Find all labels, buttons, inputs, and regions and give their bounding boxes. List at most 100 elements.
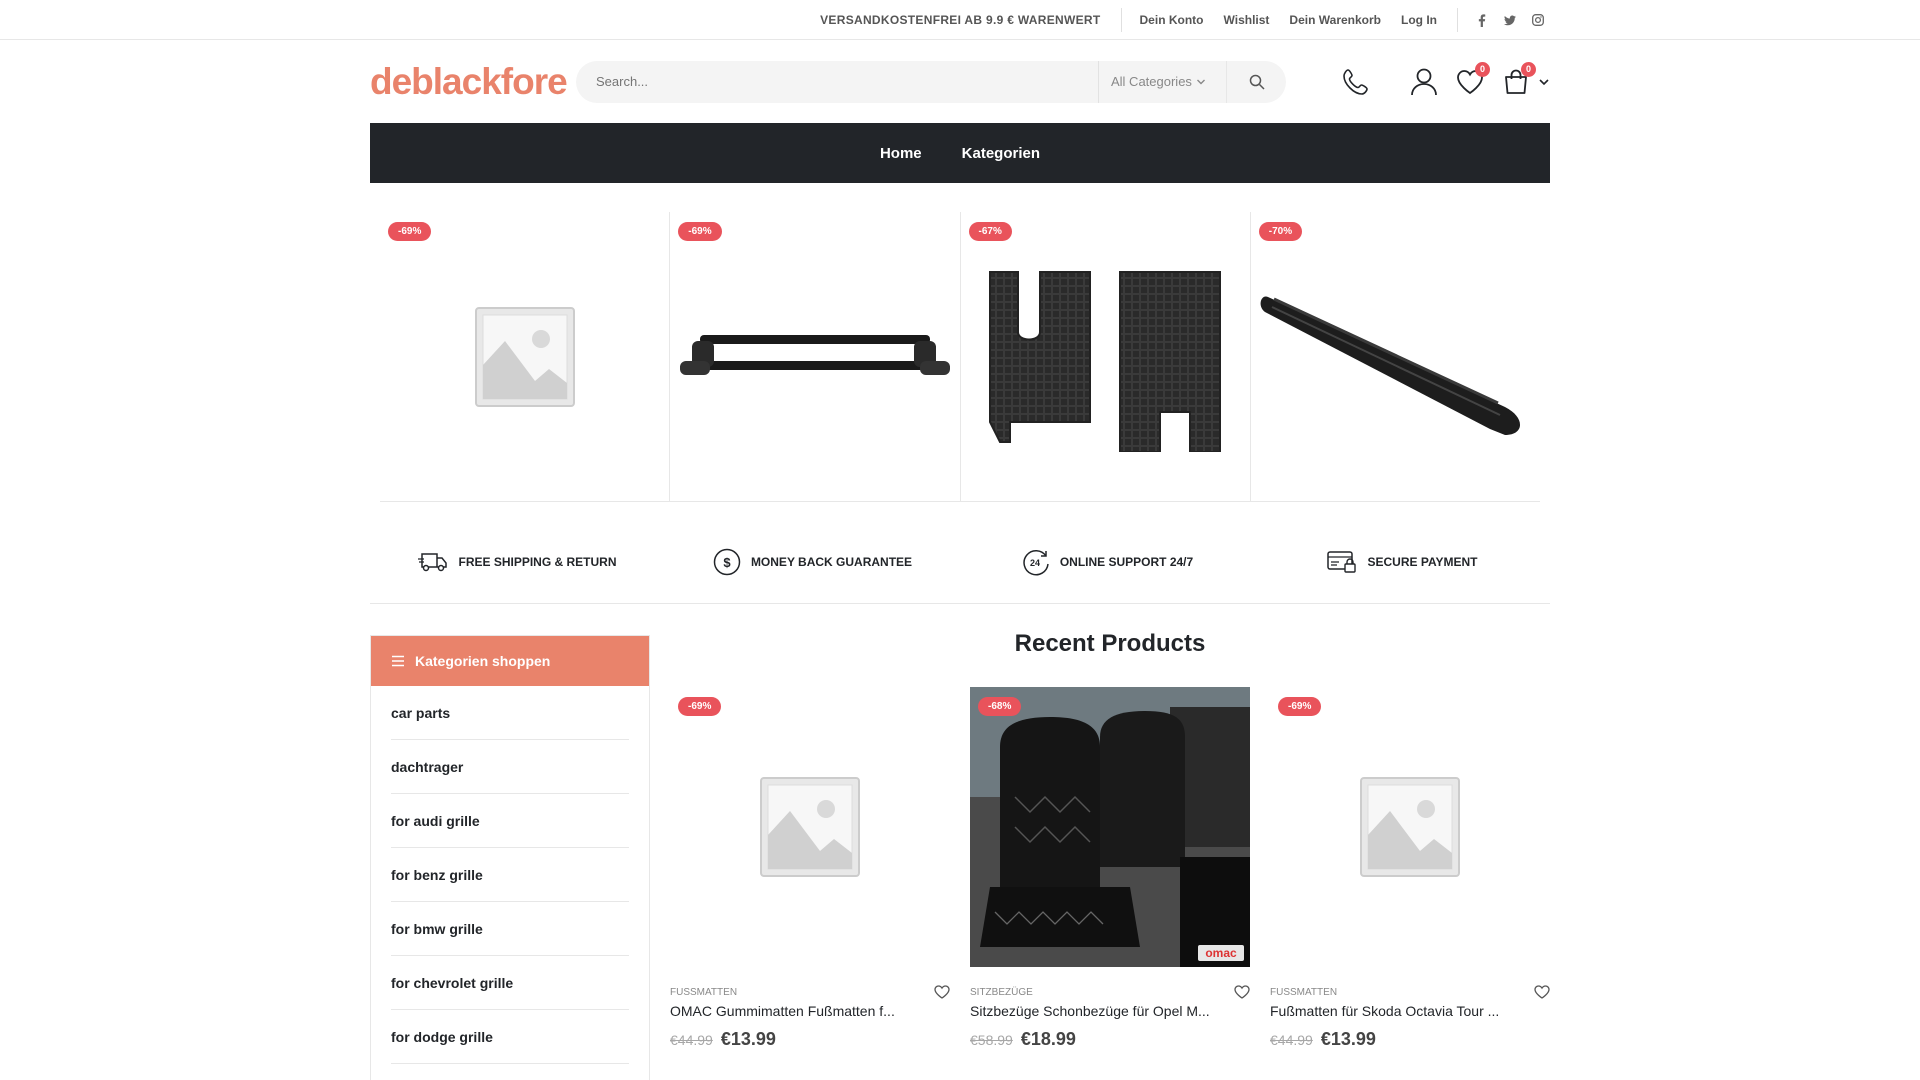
feature-support: 24 ONLINE SUPPORT 24/7 xyxy=(960,548,1255,576)
price: €18.99 xyxy=(1020,1029,1076,1049)
product-card[interactable]: omac -68% SITZBEZÜGE Sitzbezüge Schonbez… xyxy=(970,687,1250,1050)
product-name[interactable]: Sitzbezüge Schonbezüge für Opel M... xyxy=(970,1003,1215,1019)
product-image[interactable]: omac -68% xyxy=(970,687,1250,967)
divider xyxy=(1457,8,1458,32)
feature-label: FREE SHIPPING & RETURN xyxy=(458,554,617,569)
phone-button[interactable] xyxy=(1338,64,1374,100)
search-input[interactable] xyxy=(576,60,1098,103)
discount-badge: -69% xyxy=(678,222,722,241)
feature-label: MONEY BACK GUARANTEE xyxy=(750,554,913,569)
header-icons: 0 0 xyxy=(1338,61,1550,100)
discount-badge: -68% xyxy=(978,697,1022,716)
svg-text:$: $ xyxy=(723,555,731,570)
search-icon xyxy=(1249,74,1265,90)
facebook-icon[interactable] xyxy=(1476,13,1488,27)
discount-badge: -70% xyxy=(1258,222,1303,241)
search-bar: All Categories xyxy=(576,60,1286,103)
seat-covers-image: omac xyxy=(970,687,1250,967)
sidebar-header[interactable]: Kategorien shoppen xyxy=(371,636,649,686)
features-bar: FREE SHIPPING & RETURN $ MONEY BACK GUAR… xyxy=(370,520,1550,604)
price: €13.99 xyxy=(1320,1029,1376,1049)
discount-badge: -69% xyxy=(1278,697,1322,716)
product-image[interactable]: -69% xyxy=(670,687,950,967)
top-bar: VERSANDKOSTENFREI AB 9.9 € WARENWERT Dei… xyxy=(0,0,1920,40)
slider-item[interactable]: -70% xyxy=(1251,212,1540,501)
category-select[interactable]: All Categories xyxy=(1098,60,1226,103)
search-button[interactable] xyxy=(1226,60,1286,103)
card-lock-icon xyxy=(1327,550,1357,573)
sidebar-item-car-parts[interactable]: car parts xyxy=(391,686,629,740)
product-category[interactable]: FUSSMATTEN xyxy=(1270,987,1337,998)
slider-item[interactable]: -69% xyxy=(380,212,671,501)
feature-label: SECURE PAYMENT xyxy=(1367,554,1478,569)
slider-item[interactable]: -69% xyxy=(670,212,961,501)
menu-icon xyxy=(392,655,404,667)
sidebar-item-benz-grille[interactable]: for benz grille xyxy=(391,848,629,902)
floor-mats-image xyxy=(989,270,1222,452)
old-price: €58.99 xyxy=(970,1032,1013,1048)
truck-icon xyxy=(418,552,448,571)
phone-icon xyxy=(1343,68,1368,95)
cart-button[interactable]: 0 xyxy=(1498,61,1536,100)
account-link[interactable]: Dein Konto xyxy=(1140,13,1204,27)
product-name[interactable]: Fußmatten für Skoda Octavia Tour ... xyxy=(1270,1003,1515,1019)
dollar-icon: $ xyxy=(713,548,741,575)
nav-kategorien[interactable]: Kategorien xyxy=(962,145,1040,162)
recent-products-title: Recent Products xyxy=(1014,630,1206,657)
category-select-label: All Categories xyxy=(1111,74,1192,89)
product-category[interactable]: SITZBEZÜGE xyxy=(970,987,1033,998)
discount-badge: -67% xyxy=(968,222,1012,241)
sidebar-item-chevrolet-grille[interactable]: for chevrolet grille xyxy=(391,956,629,1010)
main-nav: Home Kategorien xyxy=(370,123,1550,183)
placeholder-image-icon xyxy=(474,306,575,407)
category-sidebar: Kategorien shoppen car parts dachtrager … xyxy=(370,635,650,1080)
discount-badge: -69% xyxy=(388,222,432,241)
heart-icon[interactable] xyxy=(1234,985,1250,999)
placeholder-image-icon xyxy=(1360,777,1460,877)
social-links xyxy=(1476,13,1544,27)
feature-shipping: FREE SHIPPING & RETURN xyxy=(370,551,665,573)
shipping-promo: VERSANDKOSTENFREI AB 9.9 € WARENWERT xyxy=(820,13,1101,27)
wishlist-count-badge: 0 xyxy=(1475,61,1490,77)
product-brand: omac xyxy=(1205,946,1237,960)
header: deblackfore All Categories 0 0 xyxy=(370,40,1550,123)
chevron-down-icon xyxy=(1196,79,1205,84)
chevron-down-icon[interactable] xyxy=(1538,77,1550,87)
product-card[interactable]: -69% FUSSMATTEN Fußmatten für Skoda Octa… xyxy=(1270,687,1550,1050)
sidebar-item-dachtrager[interactable]: dachtrager xyxy=(391,740,629,794)
heart-icon[interactable] xyxy=(1534,985,1550,999)
cart-link[interactable]: Dein Warenkorb xyxy=(1289,13,1381,27)
product-image[interactable]: -69% xyxy=(1270,687,1550,967)
feature-label: ONLINE SUPPORT 24/7 xyxy=(1059,554,1194,569)
old-price: €44.99 xyxy=(670,1032,713,1048)
wishlist-link[interactable]: Wishlist xyxy=(1224,13,1270,27)
product-card[interactable]: -69% FUSSMATTEN OMAC Gummimatten Fußmatt… xyxy=(670,687,950,1050)
divider xyxy=(1120,8,1122,32)
product-category[interactable]: FUSSMATTEN xyxy=(670,987,737,998)
running-board-image xyxy=(1260,296,1521,435)
user-icon xyxy=(1411,68,1437,95)
twitter-icon[interactable] xyxy=(1504,13,1516,27)
support-24-icon: 24 xyxy=(1023,549,1049,575)
cart-count-badge: 0 xyxy=(1521,61,1536,77)
login-link[interactable]: Log In xyxy=(1401,13,1437,27)
wishlist-button[interactable]: 0 xyxy=(1452,61,1490,100)
nav-home[interactable]: Home xyxy=(880,145,922,162)
product-slider: -69% -69% -67% -70% xyxy=(380,212,1540,502)
sidebar-item-bmw-grille[interactable]: for bmw grille xyxy=(391,902,629,956)
discount-badge: -69% xyxy=(678,697,722,716)
sidebar-item-audi-grille[interactable]: for audi grille xyxy=(391,794,629,848)
recent-products-grid: -69% FUSSMATTEN OMAC Gummimatten Fußmatt… xyxy=(670,687,1550,1050)
sidebar-title: Kategorien shoppen xyxy=(415,653,551,669)
sidebar-item-dodge-grille[interactable]: for dodge grille xyxy=(391,1010,629,1064)
heart-icon[interactable] xyxy=(934,985,950,999)
slider-item[interactable]: -67% xyxy=(961,212,1251,501)
account-button[interactable] xyxy=(1406,64,1442,100)
svg-text:24: 24 xyxy=(1030,558,1040,568)
product-name[interactable]: OMAC Gummimatten Fußmatten f... xyxy=(670,1003,915,1019)
instagram-icon[interactable] xyxy=(1532,13,1544,27)
feature-money-back: $ MONEY BACK GUARANTEE xyxy=(665,548,960,576)
roof-rack-image xyxy=(679,334,950,375)
site-logo[interactable]: deblackfore xyxy=(370,61,580,103)
price: €13.99 xyxy=(720,1029,776,1049)
